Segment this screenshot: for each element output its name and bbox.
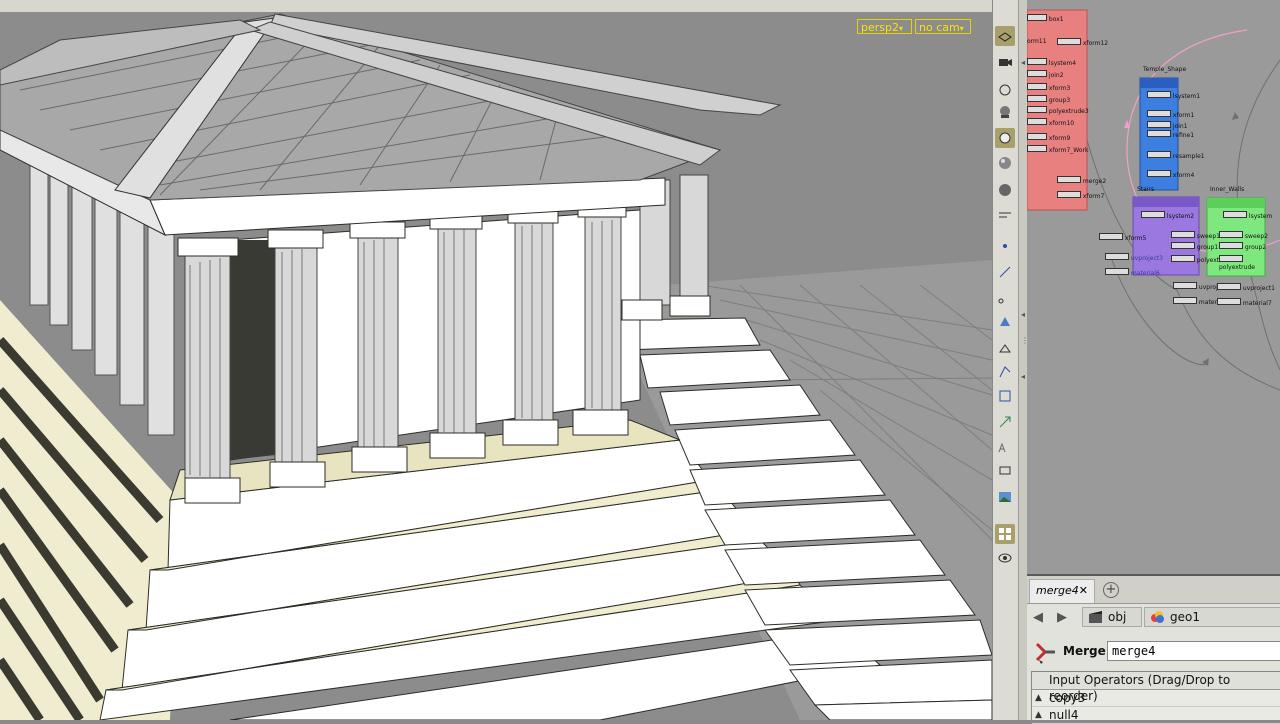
node-sweep2[interactable]: sweep2: [1219, 231, 1268, 240]
node-xform9[interactable]: xform9: [1027, 133, 1070, 142]
node-xform10[interactable]: xform10: [1027, 118, 1074, 127]
netbox-stairs-title: Stairs: [1137, 186, 1155, 193]
node-uvproject1[interactable]: uvproject1: [1217, 283, 1275, 292]
node-xform7-work[interactable]: xform7_Work: [1027, 145, 1088, 154]
node-lsystem1[interactable]: lsystem1: [1147, 91, 1200, 100]
ghost-icon[interactable]: [995, 128, 1015, 148]
clapper-icon: [1089, 611, 1102, 623]
head-light-icon[interactable]: [995, 102, 1015, 122]
node-xform4[interactable]: xform4: [1147, 170, 1194, 179]
temple-render: [0, 0, 992, 720]
display-options-icon[interactable]: [995, 205, 1015, 225]
operator-type-label: Merge: [1063, 644, 1106, 658]
camera-menu[interactable]: no cam▾: [915, 19, 971, 34]
edge-icon[interactable]: [995, 262, 1015, 282]
normals-icon[interactable]: [995, 362, 1015, 382]
scene-viewport[interactable]: persp2▾ no cam▾: [0, 0, 992, 720]
node-material6[interactable]: material6: [1105, 268, 1160, 277]
camera-icon[interactable]: [995, 52, 1015, 72]
move-up-icon[interactable]: ▲: [1035, 707, 1042, 723]
tab-merge4[interactable]: merge4 ✕: [1029, 579, 1095, 603]
input-row[interactable]: ▲ null4: [1032, 707, 1280, 724]
view-plane-icon[interactable]: [995, 26, 1015, 46]
node-merge2[interactable]: merge2: [1057, 176, 1106, 185]
input-row[interactable]: ▲ copy3: [1032, 690, 1280, 707]
point-number-icon[interactable]: [995, 288, 1015, 308]
node-xform12[interactable]: xform12: [1057, 38, 1108, 47]
node-sweep1[interactable]: sweep1: [1171, 231, 1220, 240]
back-arrow-icon[interactable]: ◀: [1033, 610, 1049, 625]
netbox-inner-walls-title: Inner_Walls: [1210, 186, 1245, 193]
node-polyextrude3[interactable]: polyextrude3: [1027, 106, 1089, 115]
geometry-icon: [1151, 611, 1164, 623]
node-lsystem4[interactable]: lsystem4: [1027, 58, 1076, 67]
background-image-icon[interactable]: [995, 487, 1015, 507]
node-join2[interactable]: join2: [1027, 70, 1064, 79]
node-group3[interactable]: group3: [1027, 95, 1070, 104]
node-xform5[interactable]: xform5: [1099, 233, 1146, 242]
input-operators-list[interactable]: Input Operators (Drag/Drop to reorder) ▲…: [1031, 671, 1280, 724]
node-lsystem2[interactable]: lsystem2: [1141, 211, 1194, 220]
eye-icon[interactable]: [995, 548, 1015, 568]
node-xform7[interactable]: xform7: [1057, 191, 1104, 200]
viewport-toolbar: [992, 0, 1018, 720]
pane-divider[interactable]: ◂ ◂ ⋮ ◂: [1018, 0, 1029, 720]
primitive-icon[interactable]: [995, 312, 1015, 332]
breadcrumb-obj[interactable]: obj: [1082, 607, 1142, 627]
shaded-sphere-icon[interactable]: [995, 180, 1015, 200]
node-material7[interactable]: material7: [1217, 298, 1272, 307]
network-view[interactable]: box1 orm11 xform12 lsystem4 join2 xform3…: [1027, 0, 1280, 576]
node-orm11[interactable]: orm11: [1027, 38, 1047, 45]
node-box1[interactable]: box1: [1027, 14, 1064, 23]
network-nodes: box1 orm11 xform12 lsystem4 join2 xform3…: [1027, 0, 1280, 574]
merge-op-icon[interactable]: [1033, 640, 1057, 664]
vector-icon[interactable]: [995, 412, 1015, 432]
sphere-icon[interactable]: [995, 153, 1015, 173]
close-icon[interactable]: ✕: [1079, 580, 1088, 602]
circle-icon[interactable]: [995, 80, 1015, 100]
node-group1[interactable]: group1: [1171, 242, 1218, 251]
parameter-pane: merge4 ✕ + ◀ ▶ obj geo1 Merge merge4 Inp…: [1027, 576, 1280, 724]
node-polyextrude[interactable]: polyextrude: [1219, 255, 1280, 271]
input-operators-header: Input Operators (Drag/Drop to reorder): [1032, 672, 1280, 703]
node-join1[interactable]: join1: [1147, 121, 1188, 130]
node-uvproject3[interactable]: uvproject3: [1105, 253, 1163, 262]
grid-layout-icon[interactable]: [995, 524, 1015, 544]
tab-label: merge4: [1036, 584, 1079, 597]
path-bar: ◀ ▶ obj geo1: [1027, 604, 1280, 631]
node-group2[interactable]: group2: [1219, 242, 1266, 251]
node-refine1[interactable]: refine1: [1147, 130, 1194, 139]
operator-name-field[interactable]: merge4: [1107, 641, 1280, 661]
node-lsystem[interactable]: lsystem: [1223, 211, 1272, 220]
add-tab-button[interactable]: +: [1103, 582, 1119, 598]
breadcrumb-geo1[interactable]: geo1: [1144, 607, 1280, 627]
snapping-icon[interactable]: [995, 462, 1015, 482]
point-icon[interactable]: [995, 236, 1015, 256]
forward-arrow-icon[interactable]: ▶: [1057, 610, 1073, 625]
operator-header: Merge merge4: [1027, 636, 1280, 668]
netbox-temple-shape-title: Temple_Shape: [1143, 66, 1187, 73]
move-up-icon[interactable]: ▲: [1035, 690, 1042, 706]
node-resample1[interactable]: resample1: [1147, 151, 1205, 160]
pane-tab-bar: merge4 ✕ +: [1027, 576, 1280, 604]
view-menu[interactable]: persp2▾: [857, 19, 912, 34]
uv-icon[interactable]: [995, 386, 1015, 406]
primitive-number-icon[interactable]: [995, 338, 1015, 358]
text-label-icon[interactable]: [995, 438, 1015, 458]
node-xform1[interactable]: xform1: [1147, 110, 1194, 119]
node-xform3[interactable]: xform3: [1027, 83, 1070, 92]
